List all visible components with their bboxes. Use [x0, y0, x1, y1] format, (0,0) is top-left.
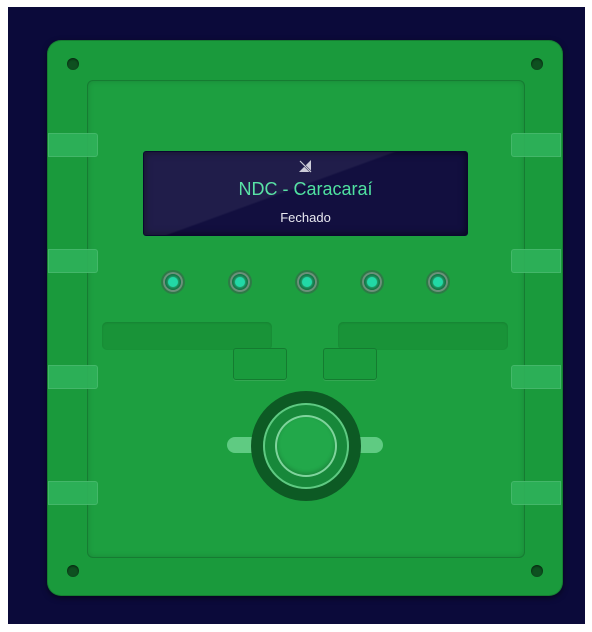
side-tab-right-2 — [511, 249, 561, 273]
screw-top-left — [67, 58, 79, 70]
display-title: NDC - Caracaraí — [238, 179, 373, 199]
status-led-5 — [428, 272, 448, 292]
left-button[interactable] — [233, 348, 287, 380]
side-tab-right-1 — [511, 133, 561, 157]
joystick-knob[interactable] — [277, 417, 335, 475]
status-led-2 — [230, 272, 250, 292]
screw-bottom-right — [531, 565, 543, 577]
right-button[interactable] — [323, 348, 377, 380]
screw-bottom-left — [67, 565, 79, 577]
screw-top-right — [531, 58, 543, 70]
side-tab-left-1 — [48, 133, 98, 157]
side-tab-left-2 — [48, 249, 98, 273]
control-slot-left — [102, 322, 272, 350]
side-tab-right-4 — [511, 481, 561, 505]
display-status: Fechado — [280, 210, 331, 225]
side-tab-left-3 — [48, 365, 98, 389]
control-slot-right — [338, 322, 508, 350]
status-led-4 — [362, 272, 382, 292]
side-tab-left-4 — [48, 481, 98, 505]
side-tab-right-3 — [511, 365, 561, 389]
status-led-3 — [297, 272, 317, 292]
signal-off-icon — [298, 159, 313, 174]
status-led-1 — [163, 272, 183, 292]
lcd-display: NDC - Caracaraí Fechado — [143, 151, 468, 236]
